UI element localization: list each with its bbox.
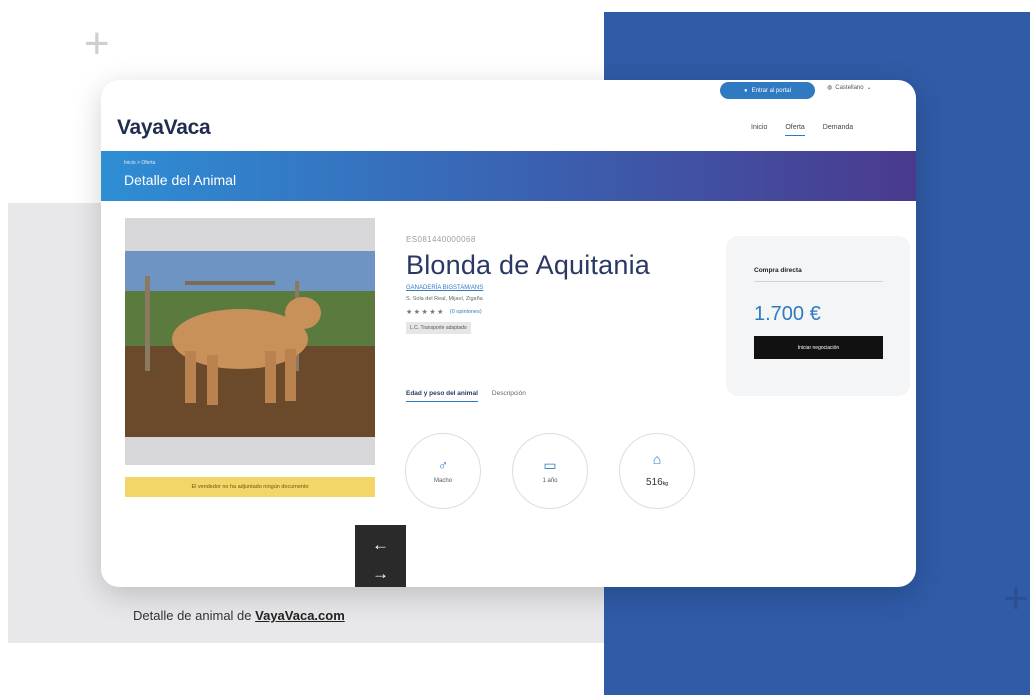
arrow-left-icon[interactable]: ← xyxy=(372,535,389,555)
language-selector[interactable]: ◍ Castellano ⌄ xyxy=(827,84,872,92)
male-icon: ♂ xyxy=(437,457,449,473)
browser-card: VayaVaca ● Entrar al portal ◍ Castellano… xyxy=(101,80,916,587)
animal-photo xyxy=(125,251,375,437)
animal-name: Blonda de Aquitania xyxy=(406,250,651,280)
weight-value-group: 516kg xyxy=(646,472,668,490)
tab-description[interactable]: Descripción xyxy=(492,390,526,402)
negotiate-button[interactable]: Iniciar negociación xyxy=(754,336,883,359)
location: S. Sola del Real, Mijaví, Zigaña xyxy=(406,296,483,302)
caption: Detalle de animal de VayaVaca.com xyxy=(133,608,345,623)
portal-button[interactable]: ● Entrar al portal xyxy=(720,82,815,99)
sex-label: Macho xyxy=(433,478,452,484)
age-label: 1 año xyxy=(542,478,558,484)
globe-icon: ◍ xyxy=(827,85,833,91)
stat-age: ▭ 1 año xyxy=(512,433,588,509)
breed-link[interactable]: GANADERÍA BIGSTAM/ANS xyxy=(406,285,650,291)
purchase-title: Compra directa xyxy=(754,267,802,274)
user-icon: ● xyxy=(744,87,748,94)
language-label: Castellano xyxy=(835,84,864,91)
breadcrumb[interactable]: Inicio > Oferta xyxy=(124,160,155,166)
page-title: Detalle del Animal xyxy=(124,172,237,188)
weight-icon: ⌂ xyxy=(652,451,662,467)
portal-button-label: Entrar al portal xyxy=(751,87,791,94)
page-banner: Inicio > Oferta Detalle del Animal xyxy=(101,151,916,201)
rating: ★★★★★ (0 opiniones) xyxy=(406,308,650,316)
price: 1.700 € xyxy=(754,303,821,325)
animal-info: ES081440000068 Blonda de Aquitania GANAD… xyxy=(406,235,650,334)
stat-weight: ⌂ 516kg xyxy=(619,433,695,509)
gallery-arrows: ← → xyxy=(355,525,406,587)
reviews-link[interactable]: (0 opiniones) xyxy=(450,309,482,315)
nav-item-oferta[interactable]: Oferta xyxy=(785,124,805,136)
detail-tabs: Edad y peso del animal Descripción xyxy=(406,390,526,402)
nav-item-demanda[interactable]: Demanda xyxy=(823,124,853,136)
transport-badge: L.C. Transporte adaptado xyxy=(406,322,471,334)
image-gallery: ← → xyxy=(125,218,406,587)
weight-value: 516 xyxy=(646,477,663,488)
caption-text: Detalle de animal de xyxy=(133,608,256,623)
nav-item-inicio[interactable]: Inicio xyxy=(751,124,767,136)
arrow-right-icon[interactable]: → xyxy=(372,564,389,584)
divider xyxy=(754,281,883,282)
logo[interactable]: VayaVaca xyxy=(117,116,211,140)
star-icon: ★★★★★ xyxy=(406,309,445,316)
plus-decoration-icon: + xyxy=(1003,574,1029,623)
ear-tag-id: ES081440000068 xyxy=(406,235,476,244)
weight-unit: kg xyxy=(662,481,668,487)
caption-site-link[interactable]: VayaVaca.com xyxy=(255,608,345,623)
document-warning: El vendedor no ha adjuntado ningún docum… xyxy=(125,477,375,497)
purchase-panel: Compra directa 1.700 € Iniciar negociaci… xyxy=(726,236,910,396)
stat-sex: ♂ Macho xyxy=(405,433,481,509)
chevron-down-icon: ⌄ xyxy=(866,85,872,91)
plus-decoration-icon: + xyxy=(84,19,110,68)
tab-age-weight[interactable]: Edad y peso del animal xyxy=(406,390,478,402)
main-nav: Inicio Oferta Demanda xyxy=(751,124,853,136)
calendar-icon: ▭ xyxy=(543,457,557,473)
